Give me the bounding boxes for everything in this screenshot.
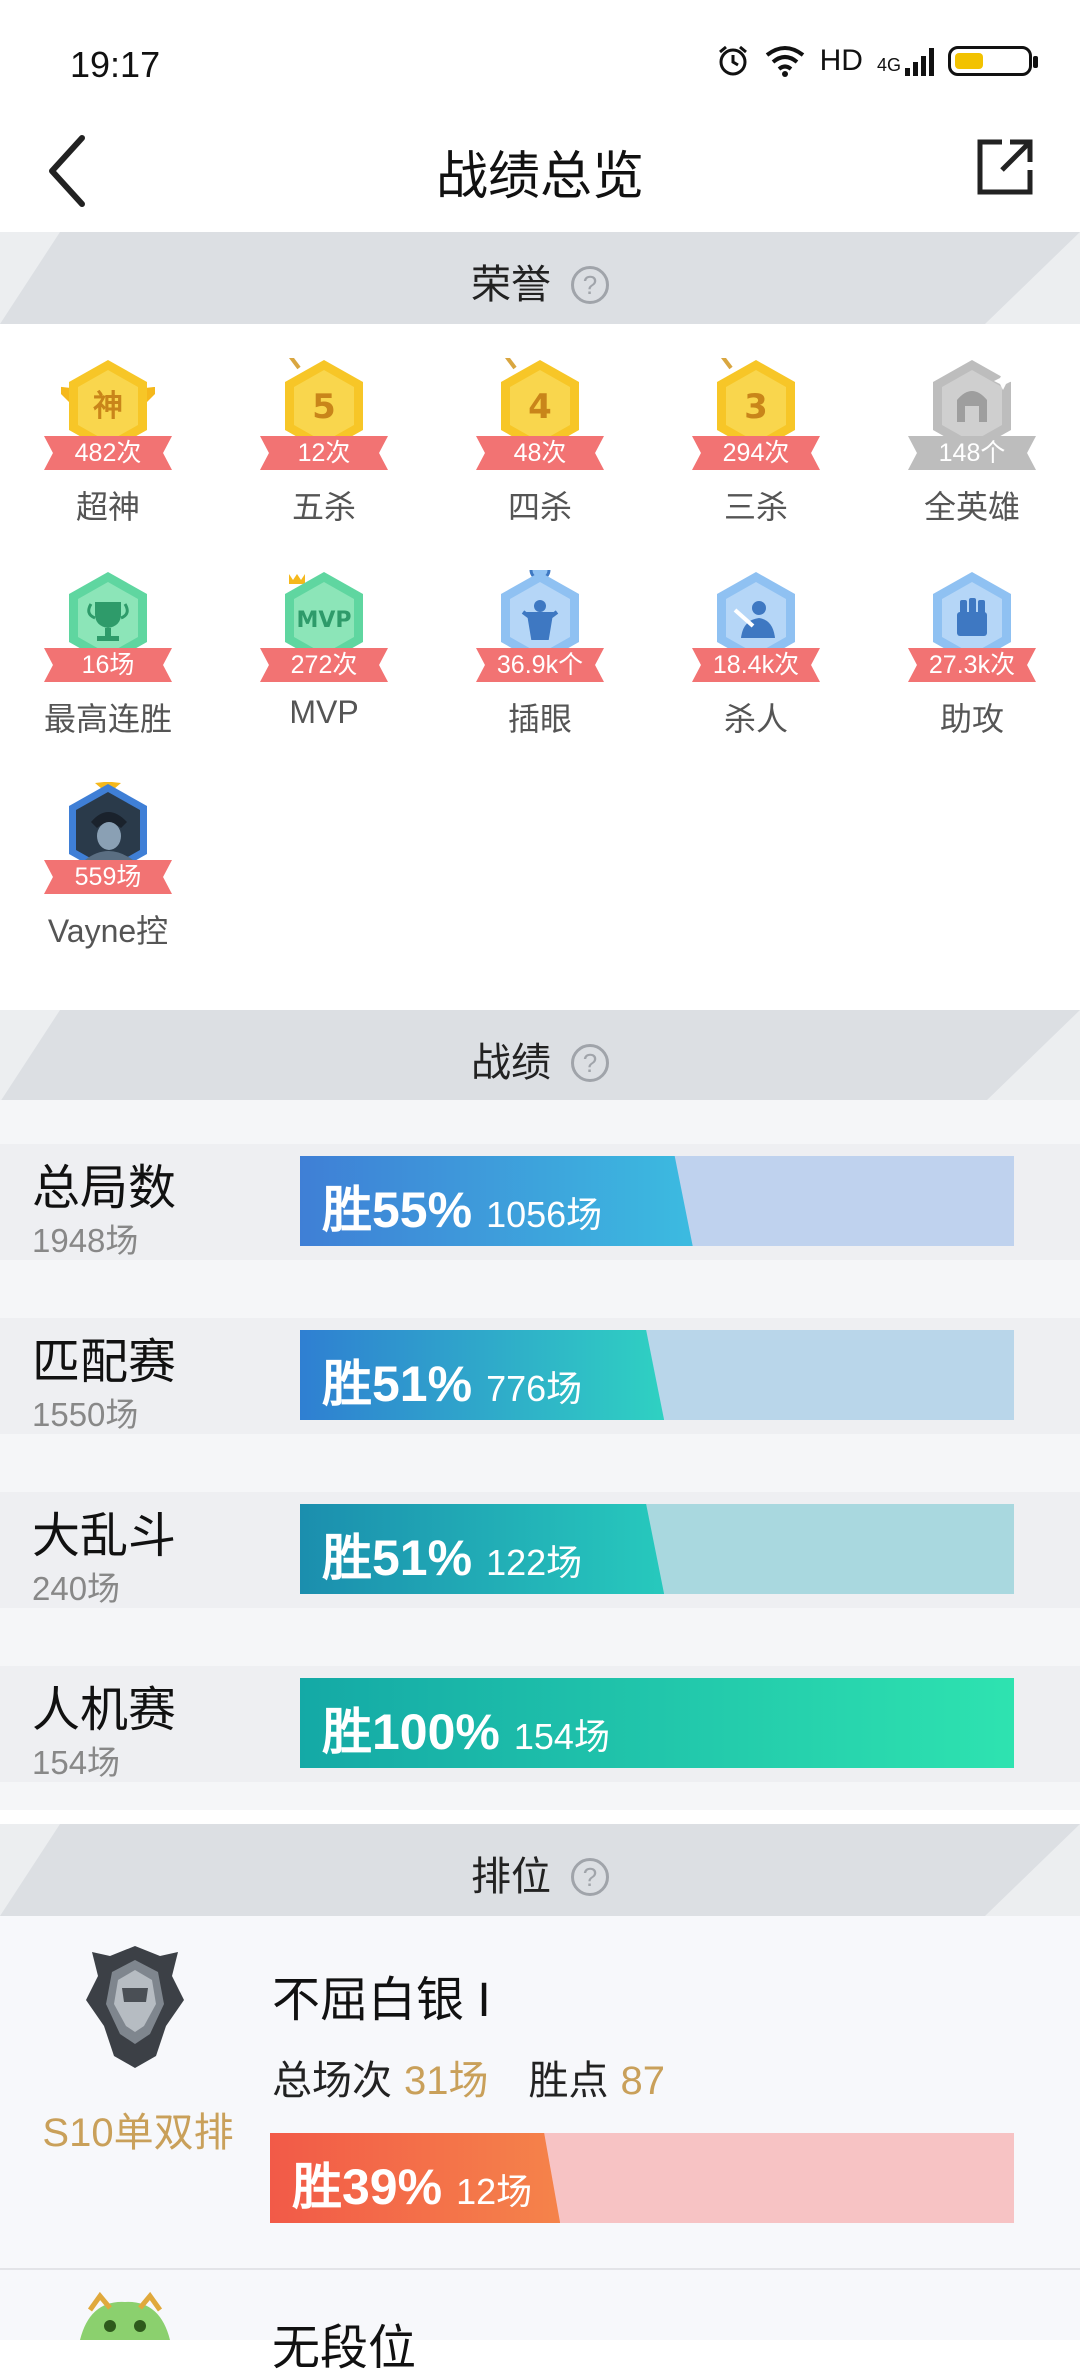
honor-count: 27.3k次 bbox=[908, 648, 1036, 682]
honor-label: Vayne控 bbox=[47, 913, 169, 949]
page-title: 战绩总览 bbox=[435, 148, 644, 206]
record-total: 1948场 bbox=[32, 1222, 139, 1259]
top-header: 战绩总览 bbox=[0, 110, 1080, 230]
total-games-value: 31场 bbox=[404, 2059, 489, 2103]
win-games: 1056场 bbox=[486, 1194, 603, 1235]
honor-label: 三杀 bbox=[723, 489, 788, 525]
next-rank-tier: 无段位 bbox=[272, 2322, 417, 2375]
silver-rank-emblem-icon bbox=[86, 1946, 184, 2068]
record-row-matchmaking[interactable]: 匹配赛 1550场 胜51% 776场 bbox=[0, 1318, 1080, 1434]
svg-text:4: 4 bbox=[528, 387, 552, 427]
win-games: 776场 bbox=[486, 1368, 583, 1409]
honor-count: 16场 bbox=[44, 648, 172, 682]
section-header-records: 战绩? bbox=[0, 1010, 1080, 1102]
honor-label: 四杀 bbox=[507, 489, 572, 525]
section-header-honor: 荣誉? bbox=[0, 232, 1080, 324]
signal-label: 4G bbox=[876, 55, 901, 75]
total-games-label: 总场次 bbox=[272, 2059, 392, 2103]
status-bar: 19:17 HD 4G bbox=[0, 0, 1080, 110]
svg-text:5: 5 bbox=[312, 387, 336, 427]
honor-label: 五杀 bbox=[291, 489, 356, 525]
rank-win-rate-bar: 胜39% 12场 bbox=[270, 2133, 1014, 2223]
honor-item-wards[interactable]: 36.9k个 插眼 bbox=[460, 570, 620, 770]
section-title: 荣誉 bbox=[471, 263, 551, 307]
help-icon[interactable]: ? bbox=[571, 266, 609, 304]
honor-item-quadra-kill[interactable]: 4 48次 四杀 bbox=[460, 358, 620, 558]
honor-count: 482次 bbox=[44, 436, 172, 470]
rank-stats: 总场次 31场 胜点 87 bbox=[272, 2048, 705, 2106]
win-rate-bar: 胜51% 122场 bbox=[300, 1504, 1014, 1594]
svg-text:MVP: MVP bbox=[296, 608, 351, 633]
honor-count: 18.4k次 bbox=[692, 648, 820, 682]
honor-item-super-god[interactable]: 神 482次 超神 bbox=[28, 358, 188, 558]
honor-count: 272次 bbox=[260, 648, 388, 682]
unranked-emblem-icon bbox=[80, 2291, 170, 2340]
record-name: 人机赛 bbox=[32, 1684, 177, 1737]
honor-label: MVP bbox=[289, 694, 359, 730]
honor-item-kills[interactable]: 18.4k次 杀人 bbox=[676, 570, 836, 770]
honor-item-assists[interactable]: 27.3k次 助攻 bbox=[892, 570, 1052, 770]
win-rate-text: 胜51% bbox=[322, 1530, 473, 1586]
honor-count: 12次 bbox=[260, 436, 388, 470]
win-rate-text: 胜55% bbox=[322, 1182, 473, 1238]
rank-tier: 不屈白银 I bbox=[272, 1974, 491, 2027]
signal-icon bbox=[905, 46, 934, 76]
section-title: 战绩 bbox=[471, 1041, 551, 1085]
honor-item-penta-kill[interactable]: 5 12次 五杀 bbox=[244, 358, 404, 558]
divider bbox=[0, 2268, 1080, 2270]
league-points-label: 胜点 bbox=[528, 2059, 609, 2103]
honor-label: 最高连胜 bbox=[43, 701, 172, 737]
rank-season: S10单双排 bbox=[42, 2111, 234, 2155]
status-time: 19:17 bbox=[70, 44, 161, 85]
win-games: 154场 bbox=[513, 1716, 610, 1757]
honor-item-mvp[interactable]: MVP 272次 MVP bbox=[244, 570, 404, 770]
win-rate-bar: 胜51% 776场 bbox=[300, 1330, 1014, 1420]
win-rate-text: 胜100% bbox=[322, 1704, 500, 1760]
record-total: 240场 bbox=[32, 1570, 121, 1607]
win-rate-bar: 胜100% 154场 bbox=[300, 1678, 1014, 1768]
honor-label: 杀人 bbox=[723, 701, 788, 737]
honor-item-triple-kill[interactable]: 3 294次 三杀 bbox=[676, 358, 836, 558]
honor-count: 36.9k个 bbox=[476, 648, 604, 682]
svg-text:3: 3 bbox=[744, 387, 768, 427]
record-name: 总局数 bbox=[32, 1162, 177, 1215]
honor-label: 插眼 bbox=[507, 701, 572, 737]
record-total: 1550场 bbox=[32, 1396, 139, 1433]
section-title: 排位 bbox=[471, 1855, 551, 1899]
help-icon[interactable]: ? bbox=[571, 1044, 609, 1082]
alarm-icon bbox=[718, 45, 747, 76]
record-name: 大乱斗 bbox=[32, 1510, 177, 1563]
record-total: 154场 bbox=[32, 1744, 121, 1781]
honor-label: 助攻 bbox=[939, 701, 1004, 737]
record-name: 匹配赛 bbox=[32, 1336, 177, 1389]
record-row-bots[interactable]: 人机赛 154场 胜100% 154场 bbox=[0, 1666, 1080, 1782]
win-rate-bar: 胜55% 1056场 bbox=[300, 1156, 1014, 1246]
honor-count: 294次 bbox=[692, 436, 820, 470]
honor-count: 148个 bbox=[908, 436, 1036, 470]
league-points-value: 87 bbox=[620, 2059, 666, 2103]
honor-item-champion-mastery[interactable]: 559场 Vayne控 bbox=[28, 782, 188, 982]
help-icon[interactable]: ? bbox=[571, 1858, 609, 1896]
win-rate-text: 胜39% bbox=[292, 2159, 443, 2215]
section-header-rank: 排位? bbox=[0, 1824, 1080, 1916]
honor-label: 全英雄 bbox=[923, 489, 1020, 525]
network-label: HD bbox=[819, 44, 863, 77]
honor-count: 559场 bbox=[44, 860, 172, 894]
record-row-total[interactable]: 总局数 1948场 胜55% 1056场 bbox=[0, 1144, 1080, 1260]
svg-text:神: 神 bbox=[93, 389, 123, 424]
record-row-aram[interactable]: 大乱斗 240场 胜51% 122场 bbox=[0, 1492, 1080, 1608]
win-rate-text: 胜51% bbox=[322, 1356, 473, 1412]
battery-icon bbox=[948, 46, 1038, 76]
honor-item-win-streak[interactable]: 16场 最高连胜 bbox=[28, 570, 188, 770]
honor-count: 48次 bbox=[476, 436, 604, 470]
wifi-icon bbox=[765, 46, 804, 77]
honor-label: 超神 bbox=[75, 489, 140, 525]
win-games: 12场 bbox=[456, 2171, 533, 2212]
honor-item-all-champions[interactable]: 148个 全英雄 bbox=[892, 358, 1052, 558]
win-games: 122场 bbox=[486, 1542, 583, 1583]
status-icons: HD 4G bbox=[716, 44, 1038, 78]
share-icon[interactable] bbox=[974, 136, 1036, 198]
